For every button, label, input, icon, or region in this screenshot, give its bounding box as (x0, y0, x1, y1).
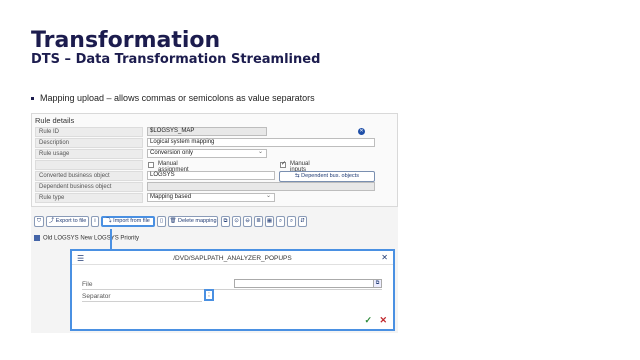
filter-icon[interactable]: ⛉ (34, 216, 44, 227)
label-description: Description (35, 138, 143, 148)
minus-icon[interactable]: ⊖ (243, 216, 252, 227)
export-button[interactable]: ⤴ Export to file (46, 216, 89, 227)
label-rule-id: Rule ID (35, 127, 143, 137)
divider (82, 289, 382, 290)
converted-bo-field[interactable]: LOGSYS (147, 171, 275, 180)
rule-type-value: Mapping based (150, 194, 192, 200)
rule-details-panel: Rule details Rule ID $LOGSYS_MAP ✕ Descr… (31, 113, 398, 207)
delete-button[interactable]: 🗑 Delete mapping (168, 216, 218, 227)
search-icon[interactable]: ⌕ (276, 216, 285, 227)
clear-icon[interactable]: ✕ (358, 128, 365, 135)
callout-line (110, 229, 112, 249)
label-converted-bo: Converted business object (35, 171, 143, 181)
label-dependent-bo: Dependent business object (35, 182, 143, 192)
browse-icon[interactable]: ⧉ (373, 280, 381, 287)
copy-icon[interactable]: ⧉ (221, 216, 230, 227)
list-icon[interactable]: ≣ (254, 216, 263, 227)
bullet-icon (31, 97, 34, 101)
manual-inputs-checkbox[interactable] (280, 160, 286, 168)
import-label: Import from file (113, 218, 150, 224)
separator-input[interactable]: ; (204, 289, 214, 301)
dependent-bo-field (147, 182, 375, 191)
search-next-icon[interactable]: ⌕ (287, 216, 296, 227)
grid-icon (34, 235, 40, 241)
table-header: Old LOGSYS New LOGSYS Priority (34, 235, 139, 244)
label-rule-usage: Rule usage (35, 149, 143, 159)
dialog-title: /DVD/SAPLPATH_ANALYZER_POPUPS (173, 255, 292, 262)
close-icon[interactable]: ✕ (381, 253, 388, 262)
rule-id-field: $LOGSYS_MAP (147, 127, 267, 136)
file-label: File (82, 281, 93, 288)
dependent-bus-objects-button[interactable]: ⇆ Dependent bus. objects (279, 171, 375, 182)
export-label: Export to file (55, 218, 87, 224)
table-icon[interactable]: ▦ (265, 216, 274, 227)
chevron-down-icon: ⌄ (265, 193, 271, 199)
delete-label: Delete mapping (177, 218, 217, 224)
manual-assignment-checkbox[interactable] (148, 162, 154, 168)
check-icon[interactable]: ✓ (364, 315, 372, 326)
slide-title: Transformation (31, 28, 221, 53)
details-icon[interactable]: ▯ (157, 216, 166, 227)
info-icon[interactable]: i (91, 216, 99, 227)
bullet-text: Mapping upload – allows commas or semico… (40, 93, 315, 103)
export-icon: ⤴ (48, 218, 56, 224)
rule-usage-value: Conversion only (150, 150, 194, 156)
file-input[interactable]: ⧉ (234, 279, 382, 288)
import-button[interactable]: ⤵ Import from file (101, 216, 155, 227)
cancel-icon[interactable]: ✕ (379, 315, 387, 326)
record-icon[interactable]: ⊙ (232, 216, 241, 227)
dialog-header: ☰ /DVD/SAPLPATH_ANALYZER_POPUPS ✕ (72, 251, 393, 265)
separator-label: Separator (82, 293, 111, 300)
divider (82, 301, 202, 302)
bullet-point: Mapping upload – allows commas or semico… (31, 93, 315, 103)
chevron-down-icon: ⌄ (257, 149, 263, 155)
sort-icon[interactable]: ⇵ (298, 216, 307, 227)
label-empty (35, 160, 143, 170)
trash-icon: 🗑 (169, 218, 178, 224)
label-rule-type: Rule type (35, 193, 143, 203)
mapping-toolbar: ⛉ ⤴ Export to file i ⤵ Import from file … (31, 216, 311, 229)
table-header-text: Old LOGSYS New LOGSYS Priority (43, 235, 140, 242)
rule-type-select[interactable]: Mapping based ⌄ (147, 193, 275, 202)
description-field[interactable]: Logical system mapping (147, 138, 375, 147)
rule-usage-select[interactable]: Conversion only ⌄ (147, 149, 267, 158)
panel-title: Rule details (35, 116, 75, 125)
dependent-button-label: Dependent bus. objects (301, 173, 359, 179)
slide-subtitle: DTS – Data Transformation Streamlined (31, 52, 321, 67)
import-dialog: ☰ /DVD/SAPLPATH_ANALYZER_POPUPS ✕ File ⧉… (70, 249, 395, 331)
